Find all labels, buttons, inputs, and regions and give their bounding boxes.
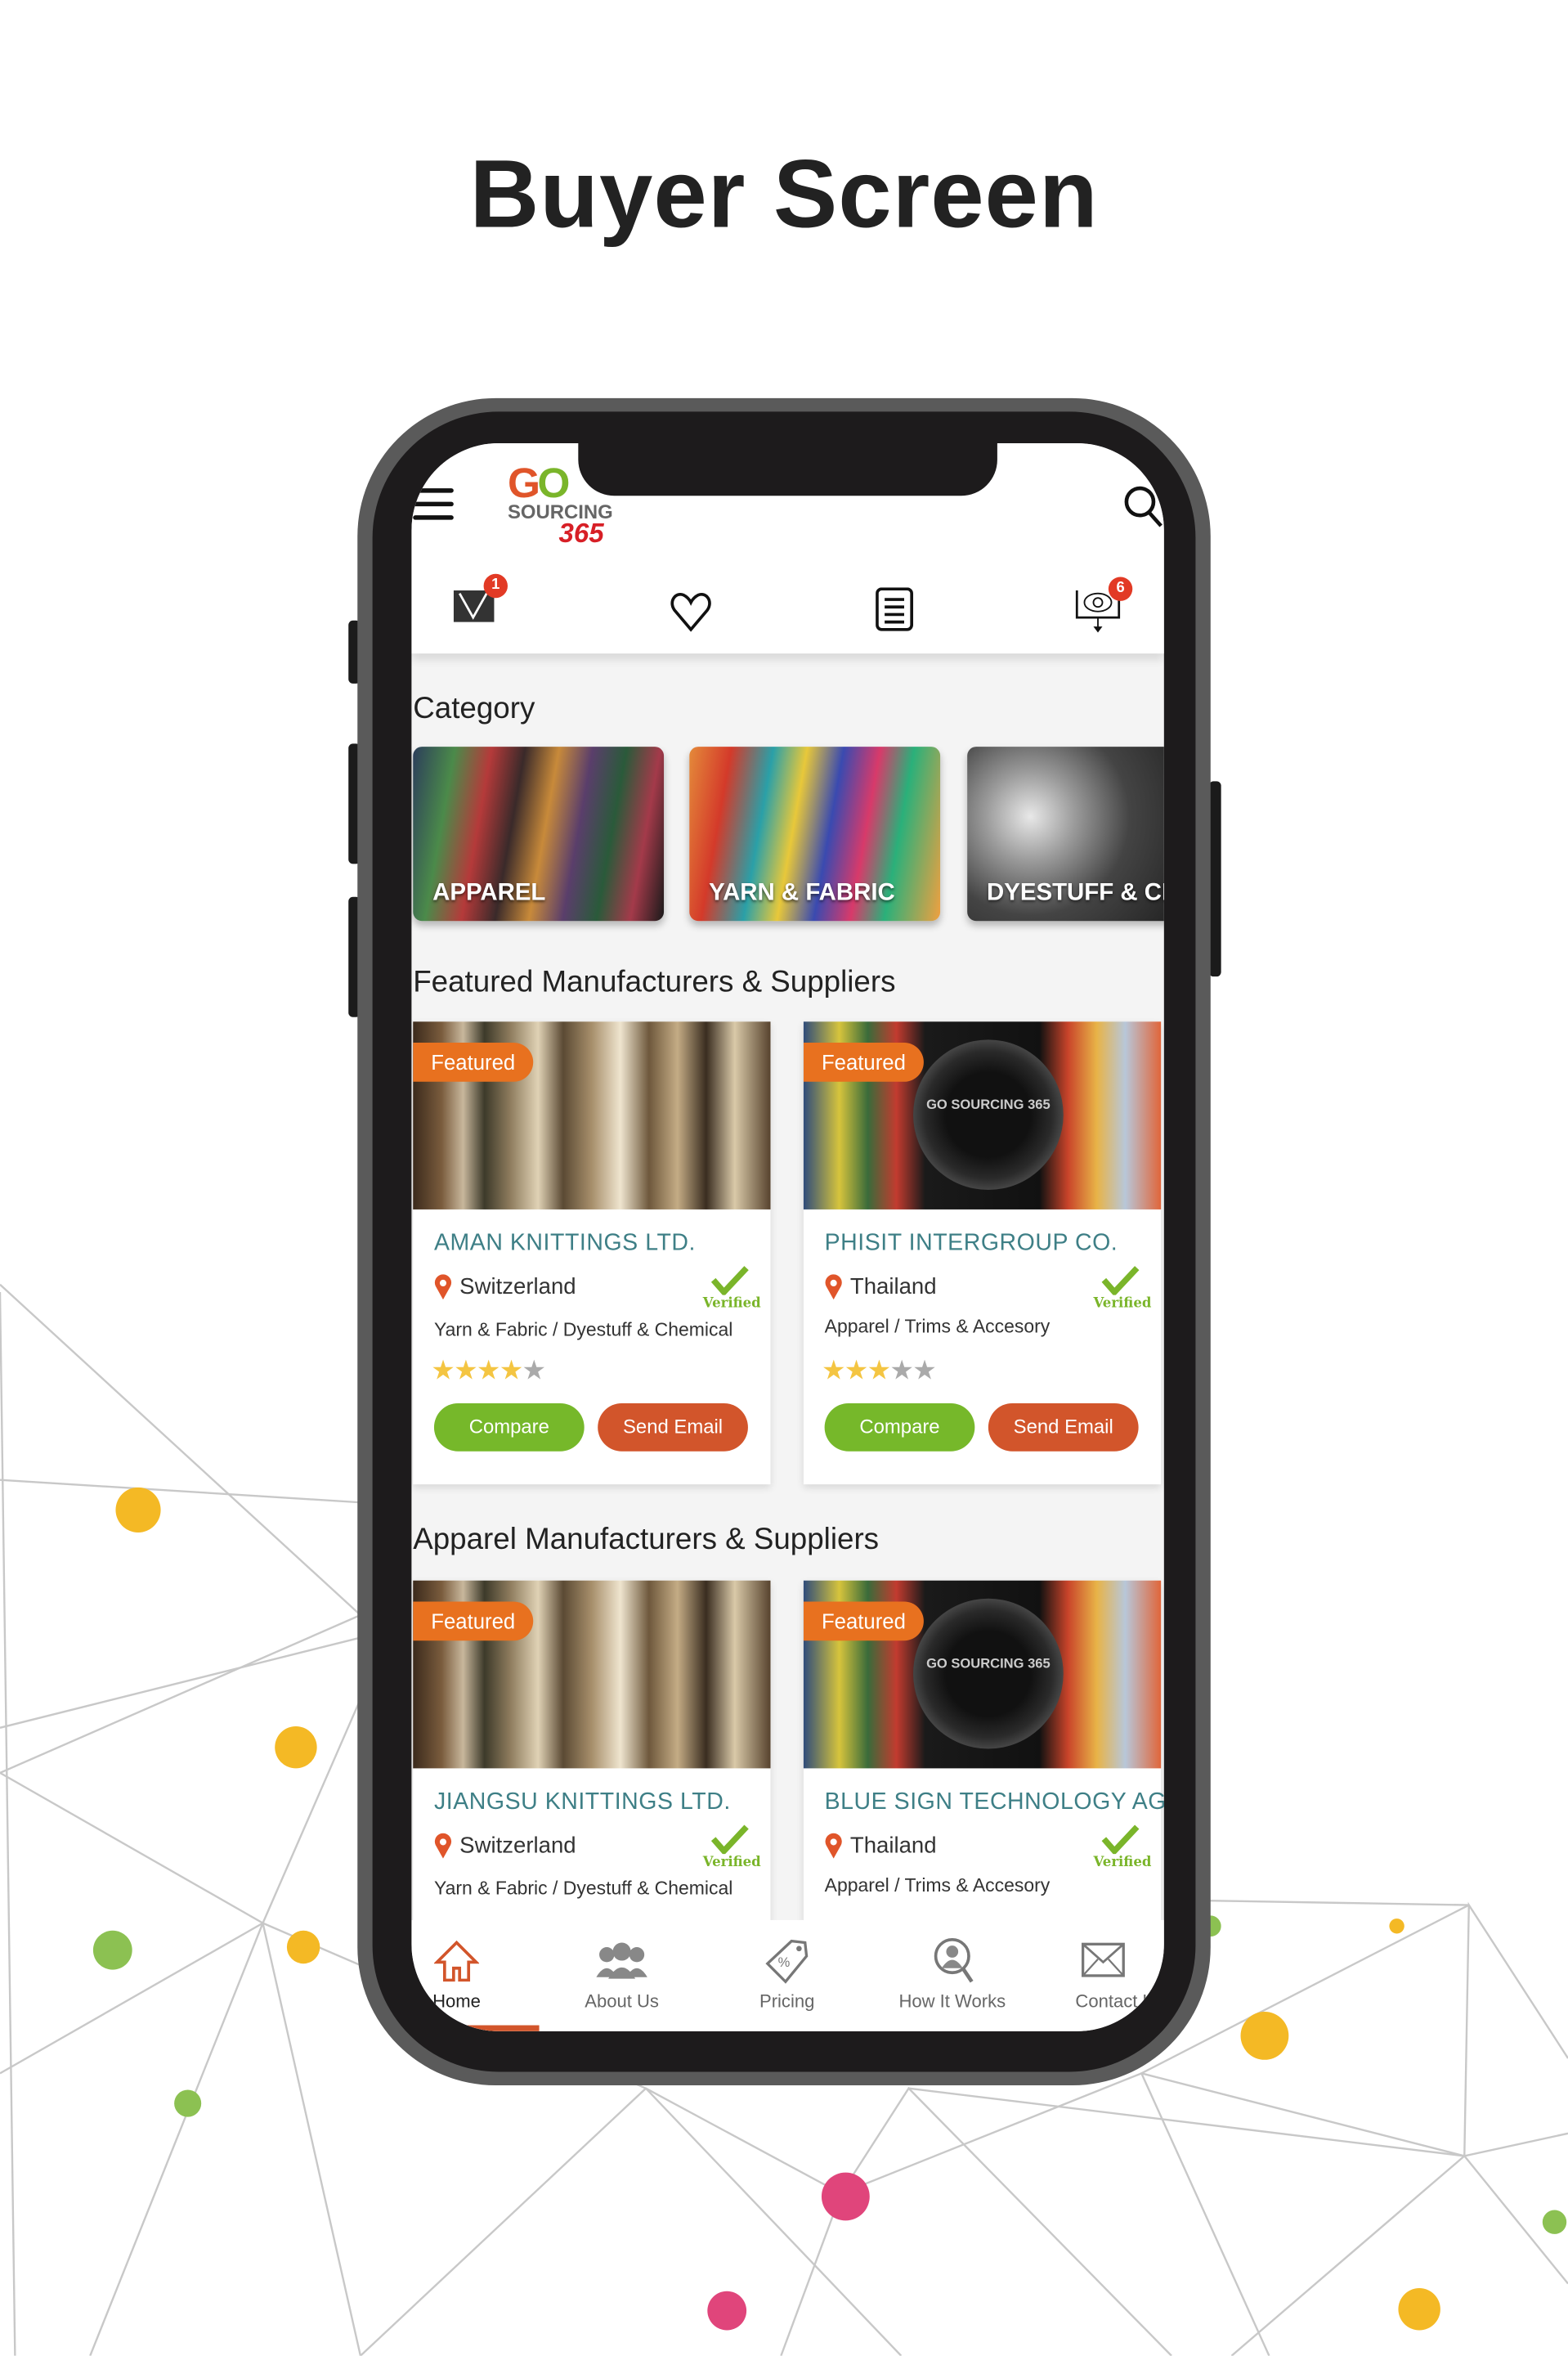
featured-badge: Featured	[803, 1601, 924, 1641]
nav-home[interactable]: Home	[411, 1938, 517, 2012]
decor-dot	[1542, 2210, 1567, 2234]
menu-icon[interactable]	[413, 488, 454, 529]
featured-badge: Featured	[803, 1043, 924, 1082]
featured-badge: Featured	[413, 1043, 534, 1082]
category-dyestuff[interactable]: DYESTUFF & CH	[967, 747, 1164, 922]
supplier-categories: Yarn & Fabric / Dyestuff & Chemical	[433, 1878, 733, 1900]
supplier-name[interactable]: JIANGSU KNITTINGS LTD.	[434, 1789, 731, 1816]
nav-contact-us[interactable]: Contact Us	[1057, 1938, 1164, 2012]
decor-dot	[275, 1725, 317, 1769]
location-pin-icon	[825, 1274, 842, 1300]
decor-dot	[286, 1930, 320, 1964]
active-tab-indicator	[411, 2025, 540, 2031]
supplier-location: Thailand	[849, 1273, 937, 1300]
rating-stars: ★★★★★	[431, 1355, 546, 1385]
supplier-image: GO SOURCING 365 Featured	[803, 1021, 1162, 1209]
nav-pricing[interactable]: % Pricing	[727, 1938, 847, 2012]
supplier-name[interactable]: PHISIT INTERGROUP CO.	[825, 1231, 1118, 1258]
send-email-button[interactable]: Send Email	[988, 1402, 1139, 1452]
featured-badge: Featured	[413, 1601, 534, 1641]
supplier-name[interactable]: AMAN KNITTINGS LTD.	[434, 1231, 696, 1258]
views-badge: 6	[1108, 577, 1133, 601]
stage: Buyer Screen GO SOURCING 365 1 6 Categor…	[0, 0, 1568, 2356]
verified-badge: Verified	[703, 1824, 761, 1870]
location-pin-icon	[434, 1833, 452, 1859]
supplier-location: Switzerland	[459, 1273, 576, 1300]
viewed-button[interactable]: 6	[1075, 577, 1133, 643]
supplier-card[interactable]: GO SOURCING 365 Featured BLUE SIGN TECHNO…	[803, 1580, 1164, 1941]
supplier-categories: Yarn & Fabric / Dyestuff & Chemical	[433, 1319, 733, 1340]
envelope-icon	[1081, 1942, 1125, 1977]
supplier-image: Featured	[413, 1580, 771, 1769]
home-icon	[433, 1940, 480, 1982]
list-icon[interactable]	[876, 587, 915, 632]
supplier-categories: Apparel / Trims & Accesory	[824, 1316, 1051, 1338]
decor-dot	[821, 2172, 870, 2221]
supplier-location: Thailand	[849, 1833, 937, 1859]
mail-badge: 1	[483, 573, 508, 599]
category-apparel[interactable]: APPAREL	[413, 747, 665, 922]
checkmark-icon	[710, 1824, 749, 1856]
compare-button[interactable]: Compare	[433, 1402, 585, 1452]
decor-dot	[1240, 2012, 1289, 2060]
decor-dot	[1389, 1918, 1404, 1934]
page-title: Buyer Screen	[469, 139, 1099, 249]
rating-stars: ★★★★★	[821, 1355, 937, 1385]
heart-icon[interactable]	[670, 590, 711, 632]
supplier-image: GO SOURCING 365 Featured	[803, 1580, 1162, 1769]
decor-dot	[707, 2291, 747, 2331]
phone-side-button	[1208, 781, 1221, 977]
app-header: GO SOURCING 365 1 6	[411, 442, 1164, 654]
people-icon	[596, 1942, 647, 1979]
location-pin-icon	[825, 1833, 842, 1859]
location-pin-icon	[434, 1274, 452, 1300]
search-person-icon	[934, 1937, 974, 1983]
compare-button[interactable]: Compare	[824, 1402, 975, 1452]
supplier-image: Featured	[413, 1021, 771, 1209]
decor-dot	[1398, 2288, 1440, 2331]
svg-text:%: %	[778, 1954, 791, 1970]
verified-badge: Verified	[1093, 1824, 1151, 1870]
bottom-nav: Home About Us % Pricing How It Works Con…	[411, 1919, 1164, 2031]
supplier-card[interactable]: GO SOURCING 365 Featured PHISIT INTERGROU…	[803, 1021, 1162, 1485]
supplier-card[interactable]: Featured AMAN KNITTINGS LTD. Switzerland…	[413, 1021, 771, 1485]
nav-how-it-works[interactable]: How It Works	[892, 1937, 1012, 2012]
phone-notch	[578, 442, 997, 496]
messages-button[interactable]: 1	[453, 573, 508, 631]
phone-screen: GO SOURCING 365 1 6 Category APPAREL YAR…	[411, 442, 1164, 2031]
price-tag-icon: %	[765, 1939, 809, 1984]
send-email-button[interactable]: Send Email	[598, 1402, 748, 1452]
checkmark-icon	[1101, 1824, 1140, 1856]
decor-dot	[115, 1487, 161, 1533]
verified-badge: Verified	[703, 1265, 761, 1312]
featured-heading: Featured Manufacturers & Suppliers	[413, 966, 896, 999]
supplier-location: Switzerland	[459, 1833, 576, 1859]
decor-dot	[174, 2089, 202, 2117]
search-icon[interactable]	[1123, 485, 1163, 527]
category-heading: Category	[413, 692, 535, 726]
checkmark-icon	[710, 1266, 749, 1297]
supplier-categories: Apparel / Trims & Accesory	[824, 1874, 1051, 1896]
verified-badge: Verified	[1093, 1265, 1151, 1312]
decor-dot	[92, 1930, 132, 1970]
nav-about-us[interactable]: About Us	[562, 1938, 682, 2012]
supplier-name[interactable]: BLUE SIGN TECHNOLOGY AG	[825, 1789, 1164, 1816]
supplier-card[interactable]: Featured JIANGSU KNITTINGS LTD. Switzerl…	[413, 1580, 771, 1941]
checkmark-icon	[1101, 1266, 1140, 1297]
apparel-heading: Apparel Manufacturers & Suppliers	[413, 1523, 880, 1557]
category-yarn-fabric[interactable]: YARN & FABRIC	[689, 747, 941, 922]
